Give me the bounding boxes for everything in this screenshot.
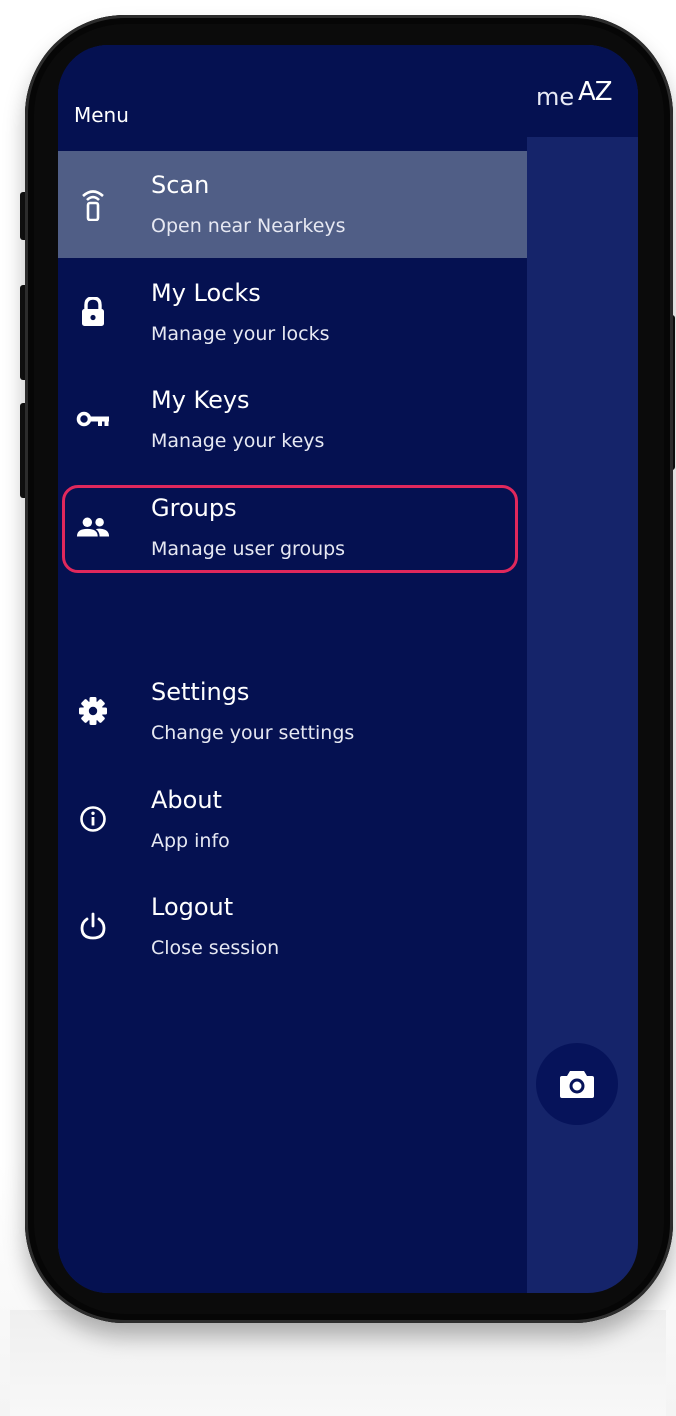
camera-icon (560, 1071, 594, 1098)
menu-item-label: Logout (151, 893, 234, 921)
camera-fab-button[interactable] (536, 1043, 618, 1125)
drawer-title: Menu (74, 103, 129, 127)
menu-item-settings[interactable]: Settings Change your settings (58, 658, 527, 765)
phone-screen: me AZ Menu Scan Open near Nearkeys My Lo… (58, 45, 638, 1293)
menu-item-label: My Locks (151, 279, 261, 307)
gear-icon (76, 694, 110, 728)
navigation-drawer: Menu Scan Open near Nearkeys My Locks Ma… (58, 45, 527, 1293)
lock-icon (76, 295, 110, 329)
menu-item-logout[interactable]: Logout Close session (58, 873, 527, 980)
groups-highlight-outline (62, 485, 518, 573)
floor-reflection (10, 1310, 666, 1416)
menu-item-sublabel: Change your settings (151, 722, 355, 744)
power-icon (76, 909, 110, 943)
menu-item-scan[interactable]: Scan Open near Nearkeys (58, 151, 527, 258)
app-header-title: me (536, 83, 575, 111)
info-icon (76, 802, 110, 836)
menu-item-sublabel: App info (151, 830, 230, 852)
menu-item-label: Settings (151, 678, 250, 706)
menu-item-sublabel: Manage your keys (151, 430, 325, 452)
stage: me AZ Menu Scan Open near Nearkeys My Lo… (0, 0, 676, 1416)
menu-item-label: About (151, 786, 222, 814)
menu-item-sublabel: Close session (151, 937, 280, 959)
menu-item-label: Scan (151, 171, 210, 199)
remote-icon (76, 187, 110, 221)
menu-item-label: My Keys (151, 386, 250, 414)
menu-item-about[interactable]: About App info (58, 766, 527, 873)
sort-az-icon[interactable]: AZ (578, 77, 613, 107)
menu-item-my-locks[interactable]: My Locks Manage your locks (58, 259, 527, 366)
menu-item-my-keys[interactable]: My Keys Manage your keys (58, 366, 527, 473)
key-icon (76, 402, 110, 436)
menu-item-sublabel: Manage your locks (151, 323, 330, 345)
menu-item-sublabel: Open near Nearkeys (151, 215, 346, 237)
